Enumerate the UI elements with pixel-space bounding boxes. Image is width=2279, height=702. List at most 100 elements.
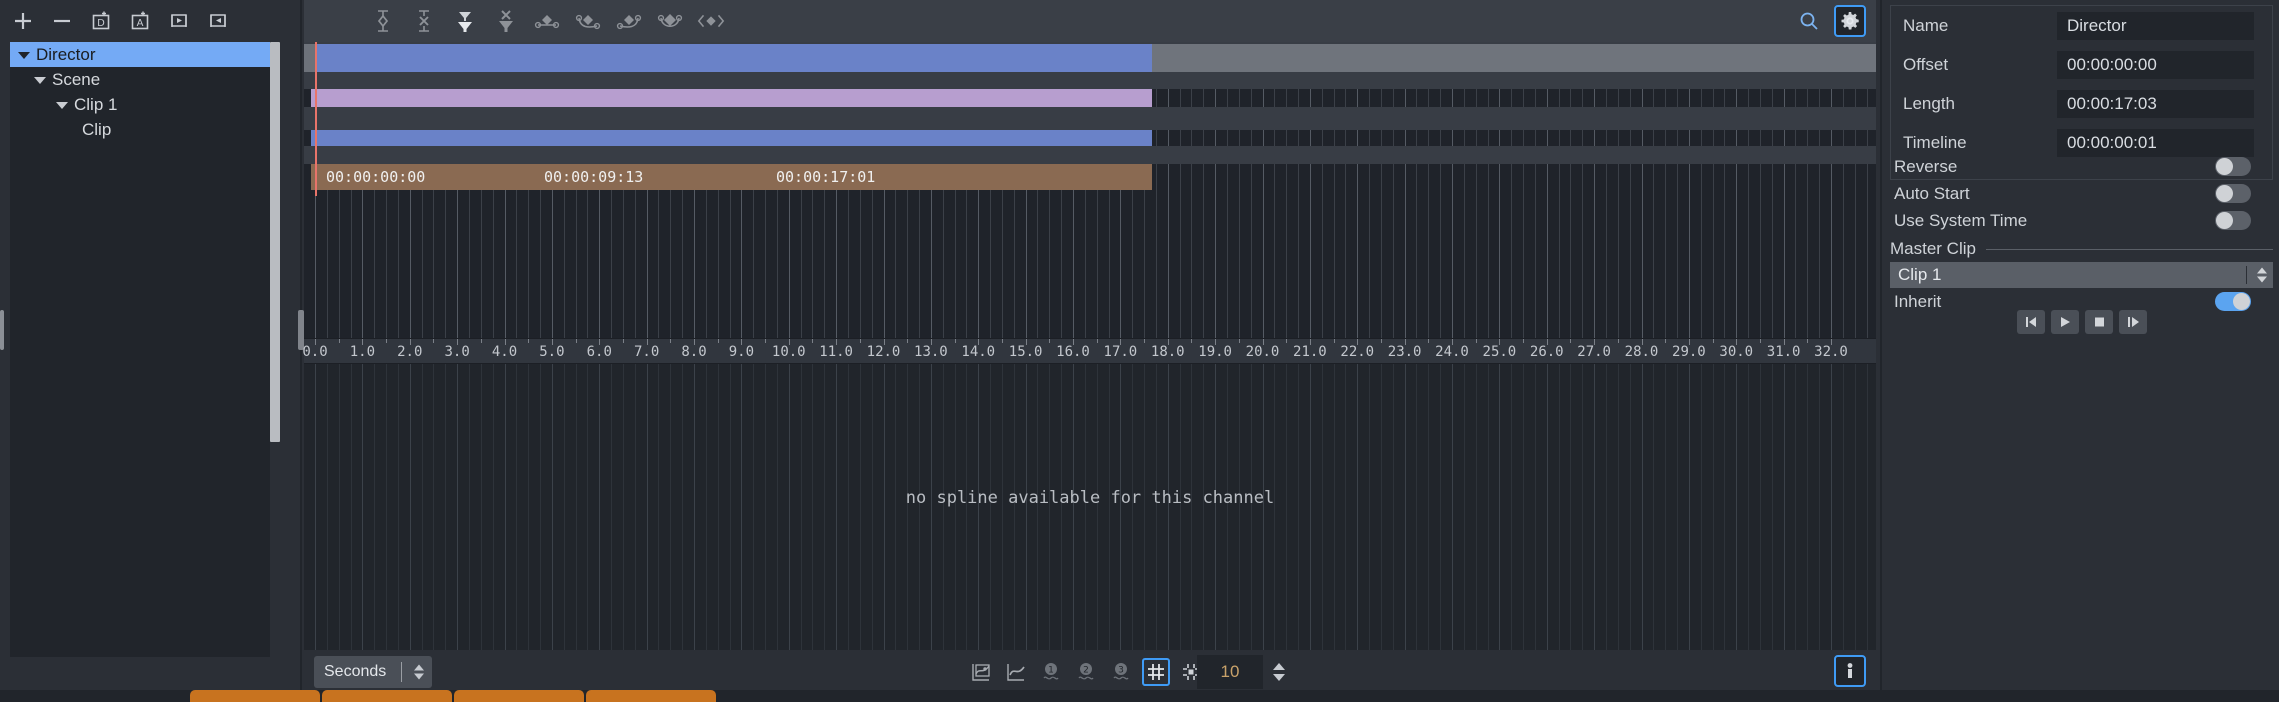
stop-icon[interactable] <box>2084 310 2113 334</box>
chevron-updown-icon[interactable] <box>2257 267 2267 283</box>
ruler-tick-minor <box>1807 339 1809 343</box>
toggle-knob <box>2216 158 2233 175</box>
tree-scrollbar[interactable] <box>270 42 280 657</box>
add-actor-icon[interactable]: A <box>127 8 153 34</box>
channel-two-icon[interactable]: 2 <box>1072 658 1100 686</box>
tree-item-director[interactable]: Director <box>10 42 280 67</box>
chevron-down-icon[interactable] <box>32 72 48 88</box>
clip-start-icon[interactable] <box>166 8 192 34</box>
property-row-name: Name Director <box>1891 6 2272 45</box>
track-area[interactable]: 00:00:00:00 00:00:09:13 00:00:17:01 <box>304 42 1876 338</box>
bottom-tabs[interactable] <box>0 690 2279 702</box>
filter-x-icon[interactable] <box>491 6 521 36</box>
playhead[interactable] <box>315 42 317 196</box>
length-field[interactable]: 00:00:17:03 <box>2057 89 2254 118</box>
clip-track-bar[interactable] <box>311 164 1152 190</box>
reverse-toggle[interactable] <box>2215 157 2251 176</box>
time-unit-value: Seconds <box>324 663 387 680</box>
master-clip-section-header: Master Clip <box>1890 238 2273 260</box>
ruler-tick-minor <box>1096 339 1098 343</box>
chevron-down-icon[interactable] <box>16 47 32 63</box>
timeline-editor-window: D A Director Scene Clip 1 Clip 00:00:00:… <box>0 0 2279 702</box>
tab-orange-4[interactable] <box>586 690 716 702</box>
key-diamond-icon[interactable] <box>368 6 398 36</box>
ruler-label: 5.0 <box>539 344 565 360</box>
tab-orange-2[interactable] <box>322 690 452 702</box>
master-clip-select[interactable]: Clip 1 <box>1890 262 2273 288</box>
chevron-updown-icon[interactable] <box>414 664 424 680</box>
grid-size-stepper[interactable] <box>1267 655 1291 689</box>
skip-back-icon[interactable] <box>2016 310 2045 334</box>
grid-size-field[interactable]: 10 <box>1197 655 1263 689</box>
scene-tree[interactable]: Director Scene Clip 1 Clip <box>10 42 280 657</box>
ruler-label: 28.0 <box>1624 344 1659 360</box>
offset-field[interactable]: 00:00:00:00 <box>2057 50 2254 79</box>
select-divider <box>2246 266 2247 284</box>
ease-out-icon[interactable] <box>614 6 644 36</box>
add-item-button[interactable] <box>10 8 36 34</box>
auto-start-toggle[interactable] <box>2215 184 2251 203</box>
ruler-tick-minor <box>1333 339 1335 343</box>
info-button[interactable] <box>1834 655 1866 687</box>
add-director-icon[interactable]: D <box>88 8 114 34</box>
chevron-down-icon[interactable] <box>54 97 70 113</box>
ruler-label: 24.0 <box>1435 344 1469 360</box>
ruler-tick-minor <box>1049 339 1051 343</box>
property-row-length: Length 00:00:17:03 <box>1891 84 2272 123</box>
gear-icon[interactable] <box>1834 5 1866 37</box>
graph-frame-icon[interactable] <box>967 658 995 686</box>
left-edge-splitter[interactable] <box>0 310 4 350</box>
ruler-label: 31.0 <box>1766 344 1801 360</box>
grid-icon[interactable] <box>1142 658 1170 686</box>
properties-panel: Name Director Offset 00:00:00:00 Length … <box>1880 0 2279 702</box>
property-label: Timeline <box>1903 132 1967 152</box>
ease-in-icon[interactable] <box>573 6 603 36</box>
tree-item-clip-1[interactable]: Clip 1 <box>10 92 280 117</box>
time-unit-select[interactable]: Seconds <box>314 656 432 688</box>
toggle-knob <box>2216 185 2233 202</box>
tab-orange-3[interactable] <box>454 690 584 702</box>
director-track-bar[interactable] <box>315 44 1152 72</box>
ease-both-icon[interactable] <box>655 6 685 36</box>
ruler-tick-minor <box>575 339 577 343</box>
tree-item-label: Clip <box>82 119 112 139</box>
toggle-label: Use System Time <box>1894 210 2028 230</box>
clip1-track-bar[interactable] <box>311 130 1152 146</box>
remove-item-button[interactable] <box>49 8 75 34</box>
svg-text:A: A <box>137 18 144 29</box>
use-system-time-toggle[interactable] <box>2215 211 2251 230</box>
clip-end-icon[interactable] <box>205 8 231 34</box>
channel-three-icon[interactable]: 3 <box>1107 658 1135 686</box>
key-delete-icon[interactable] <box>409 6 439 36</box>
name-field[interactable]: Director <box>2057 11 2254 40</box>
tree-toolbar: D A <box>0 0 288 42</box>
time-ruler[interactable]: 0.0 1.0 2.0 3.0 4.0 5.0 6.0 7.0 8.0 9.0 10.0 11.0 12… <box>302 338 1876 364</box>
scene-track-bar[interactable] <box>311 89 1152 107</box>
ruler-tick-minor <box>1428 339 1430 343</box>
tree-scrollbar-thumb[interactable] <box>270 42 280 442</box>
ruler-label: 23.0 <box>1387 344 1422 360</box>
linear-tangent-icon[interactable] <box>532 6 562 36</box>
ruler-label: 9.0 <box>728 344 755 360</box>
ruler-label: 3.0 <box>444 344 470 360</box>
channel-one-icon[interactable]: 1 <box>1037 658 1065 686</box>
spline-editor[interactable]: no spline available for this channel <box>304 364 1876 650</box>
director-track-empty <box>1152 44 1876 72</box>
skip-forward-icon[interactable] <box>2118 310 2147 334</box>
step-tangent-icon[interactable] <box>696 6 726 36</box>
tree-item-clip[interactable]: Clip <box>10 117 280 142</box>
property-label: Offset <box>1903 54 1949 74</box>
ruler-label: 29.0 <box>1672 344 1706 360</box>
search-icon[interactable] <box>1794 6 1824 36</box>
inherit-toggle[interactable] <box>2215 292 2251 311</box>
track-row-background <box>304 107 1876 130</box>
play-icon[interactable] <box>2050 310 2079 334</box>
tree-panel: D A Director Scene Clip 1 Clip <box>0 0 288 702</box>
graph-curve-icon[interactable] <box>1002 658 1030 686</box>
tree-item-scene[interactable]: Scene <box>10 67 280 92</box>
filter-down-icon[interactable] <box>450 6 480 36</box>
ruler-tick-minor <box>1617 339 1619 343</box>
tree-item-label: Director <box>36 44 96 64</box>
tab-orange-1[interactable] <box>190 690 320 702</box>
svg-text:D: D <box>97 18 105 29</box>
